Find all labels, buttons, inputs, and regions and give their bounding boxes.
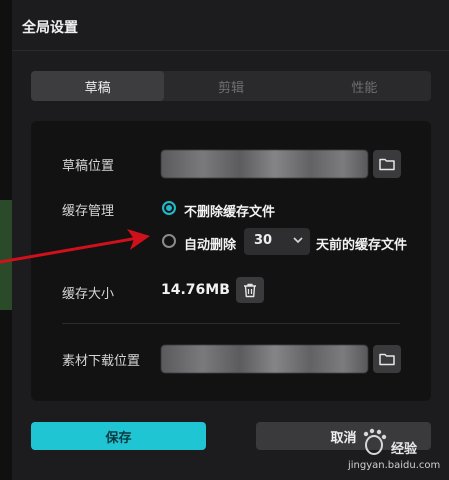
radio-keep-cache[interactable] bbox=[162, 201, 176, 215]
draft-location-browse-button[interactable] bbox=[373, 150, 401, 178]
watermark-brand: 经验 bbox=[391, 442, 418, 457]
option-keep-cache-label: 不删除缓存文件 bbox=[184, 205, 276, 220]
material-location-browse-button[interactable] bbox=[373, 345, 401, 373]
draft-location-field[interactable] bbox=[161, 150, 368, 178]
cache-size-label: 缓存大小 bbox=[62, 287, 115, 302]
panel-separator bbox=[62, 323, 400, 324]
title-divider bbox=[12, 50, 449, 51]
chevron-down-icon bbox=[293, 237, 303, 244]
clear-cache-button[interactable] bbox=[236, 277, 264, 303]
trash-icon bbox=[244, 283, 256, 297]
option-auto-delete-label: 自动删除 bbox=[184, 238, 237, 253]
save-button[interactable]: 保存 bbox=[31, 422, 206, 450]
material-location-label: 素材下载位置 bbox=[62, 354, 141, 369]
settings-tabs: 草稿 剪辑 性能 bbox=[31, 71, 431, 101]
days-suffix-label: 天前的缓存文件 bbox=[316, 238, 408, 253]
cache-management-label: 缓存管理 bbox=[62, 204, 115, 219]
tab-performance[interactable]: 性能 bbox=[298, 71, 431, 101]
draft-location-label: 草稿位置 bbox=[62, 159, 115, 174]
days-select[interactable]: 30 bbox=[244, 228, 310, 255]
folder-icon bbox=[379, 353, 395, 366]
cache-size-value: 14.76MB bbox=[161, 282, 230, 298]
days-select-value: 30 bbox=[254, 233, 273, 248]
dialog-title: 全局设置 bbox=[22, 20, 78, 36]
tab-edit[interactable]: 剪辑 bbox=[164, 71, 297, 101]
radio-auto-delete[interactable] bbox=[162, 234, 176, 248]
tab-draft[interactable]: 草稿 bbox=[31, 71, 165, 101]
folder-icon bbox=[379, 158, 395, 171]
watermark-url: jingyan.baidu.com bbox=[348, 460, 441, 471]
background-thumbnail bbox=[0, 200, 12, 310]
material-location-field[interactable] bbox=[161, 345, 368, 373]
